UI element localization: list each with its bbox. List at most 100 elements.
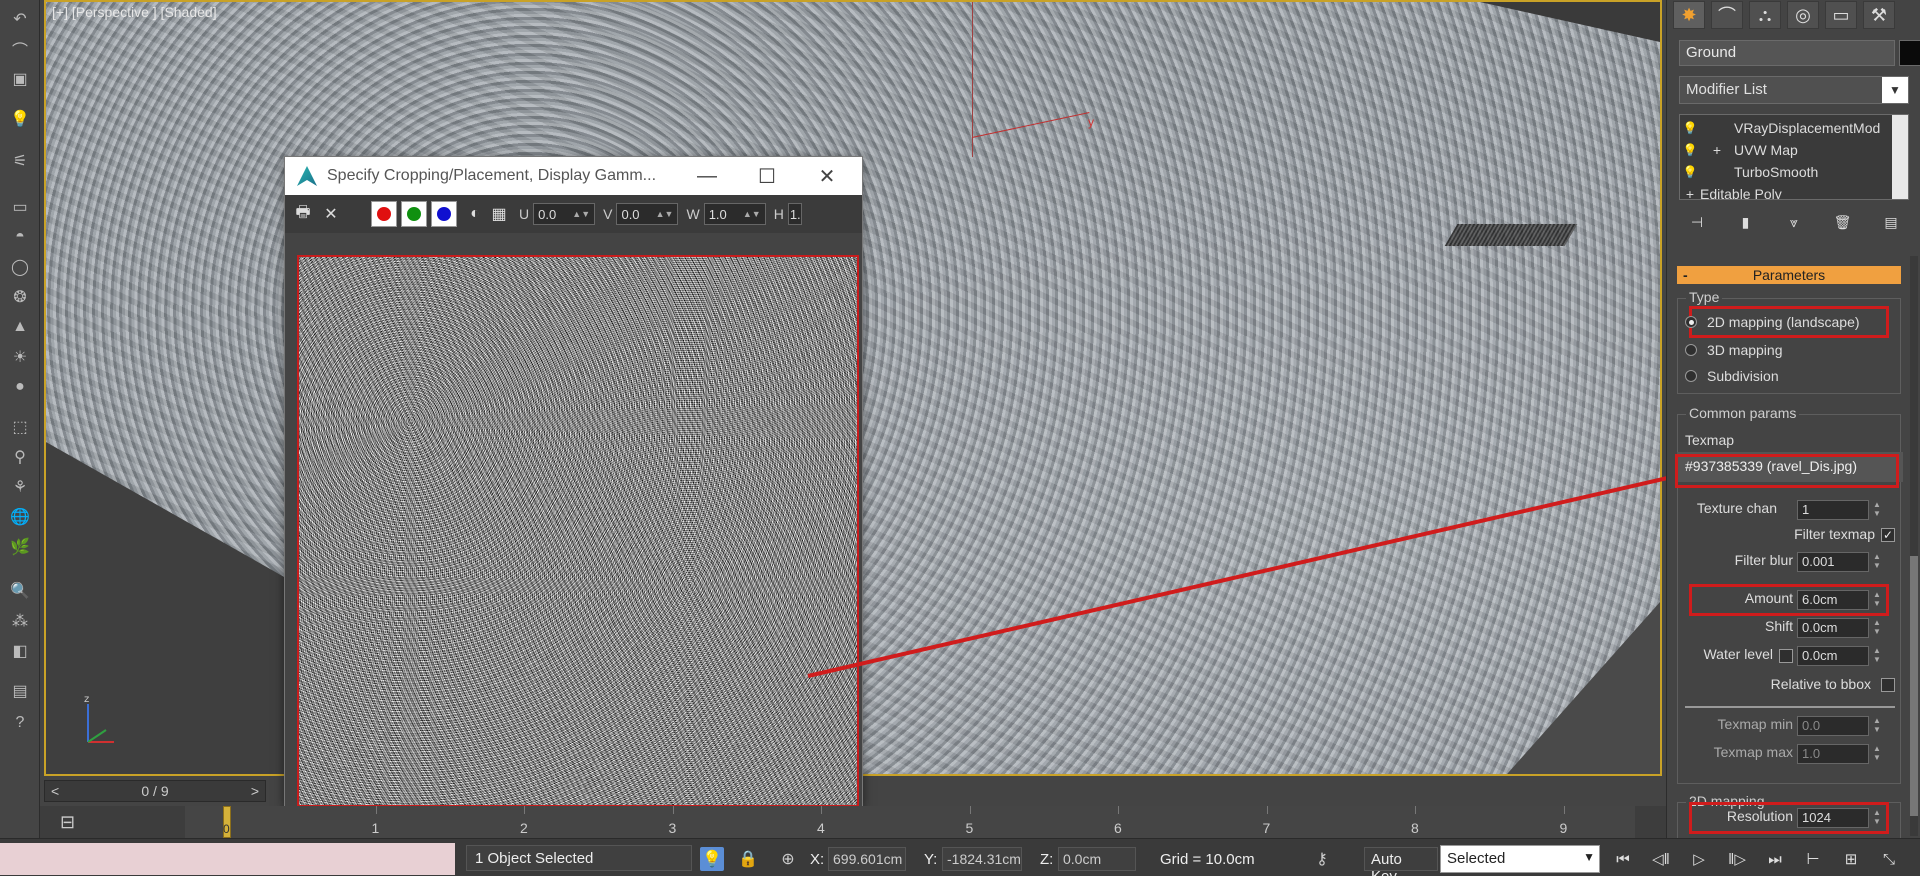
lock-icon[interactable]: 🔒 (736, 847, 760, 871)
configure-sets-icon[interactable]: ▤ (1879, 210, 1903, 234)
spinner-arrows-icon[interactable]: ▲▼ (1871, 618, 1883, 638)
box-icon[interactable]: ▭ (8, 196, 32, 218)
spinner-arrows-icon[interactable]: ▲▼ (743, 209, 761, 219)
pin-stack-icon[interactable]: ⊣ (1685, 210, 1709, 234)
maxscript-listener[interactable] (0, 843, 455, 875)
close-button[interactable]: ✕ (807, 163, 847, 189)
time-slider[interactable]: < 0 / 9 > (44, 780, 266, 802)
stack-item-vraydisplacementmod[interactable]: 💡 VRayDisplacementMod (1680, 117, 1892, 139)
spinner-arrows-icon[interactable]: ▲▼ (1871, 744, 1883, 764)
render-setup-icon[interactable]: ◧ (8, 640, 32, 662)
stack-scrollbar[interactable] (1892, 115, 1908, 199)
motion-tab-icon[interactable]: ◎ (1787, 1, 1819, 29)
stack-expander[interactable]: + (1680, 186, 1700, 199)
show-end-result-icon[interactable]: ▮ (1734, 210, 1758, 234)
material-icon[interactable]: ⁂ (8, 610, 32, 632)
collapse-icon[interactable]: - (1683, 266, 1688, 284)
print-icon[interactable]: 🖶 (291, 202, 315, 226)
texture-preview-image[interactable] (297, 255, 859, 807)
help-icon[interactable]: ? (8, 712, 32, 734)
modifier-list-dropdown[interactable]: Modifier List ▼ (1679, 76, 1909, 104)
w-spinner[interactable]: 1.0 ▲▼ (703, 203, 766, 225)
render-frame-icon[interactable]: ▣ (8, 68, 32, 90)
utilities-tab-icon[interactable]: ⚒ (1863, 1, 1895, 29)
light-bulb-icon[interactable]: 💡 (8, 108, 32, 130)
chevron-down-icon[interactable]: ▼ (1882, 77, 1908, 103)
omni-icon[interactable]: ❂ (8, 286, 32, 308)
go-to-start-icon[interactable]: ⏮ (1610, 847, 1636, 871)
mono-icon[interactable]: ◐ (463, 202, 487, 226)
search-icon[interactable]: 🔍 (8, 580, 32, 602)
key-icon[interactable]: ⚷ (1310, 847, 1334, 871)
texmap-min-spinner[interactable]: 0.0 (1797, 716, 1869, 736)
cropping-placement-dialog[interactable]: Specify Cropping/Placement, Display Gamm… (284, 156, 863, 808)
modifier-stack[interactable]: 💡 VRayDisplacementMod 💡 + UVW Map 💡 Turb… (1679, 114, 1909, 200)
go-to-end-icon[interactable]: ⏭ (1762, 847, 1788, 871)
isolate-selection-icon[interactable]: 💡 (700, 847, 724, 871)
transform-mode-icon[interactable]: ⊕ (776, 847, 800, 871)
hierarchy-tab-icon[interactable]: ⛬ (1749, 1, 1781, 29)
spinner-arrows-icon[interactable]: ▲▼ (1871, 716, 1883, 736)
key-mode-icon[interactable]: ⊢ (1800, 847, 1826, 871)
object-color-swatch[interactable] (1899, 40, 1920, 66)
play-icon[interactable]: ▷ (1686, 847, 1712, 871)
panel-scrollbar[interactable] (1910, 256, 1918, 836)
red-channel-button[interactable] (371, 201, 397, 227)
modify-tab-icon[interactable]: ⌒ (1711, 1, 1743, 29)
tree-icon[interactable]: 🌿 (8, 536, 32, 558)
create-tab-icon[interactable]: ✸ (1673, 1, 1705, 29)
viewport-label[interactable]: [+] [Perspective ] [Shaded] (52, 4, 217, 20)
x-coordinate-field[interactable]: 699.601cm (828, 847, 906, 871)
stack-item-editable-poly[interactable]: + Editable Poly (1680, 183, 1892, 199)
radio-3d-mapping[interactable]: 3D mapping (1685, 340, 1783, 360)
texmap-max-spinner[interactable]: 1.0 (1797, 744, 1869, 764)
light-bulb-icon[interactable]: 💡 (1680, 165, 1700, 179)
spinner-arrows-icon[interactable]: ▲▼ (1871, 500, 1883, 520)
frame-ruler[interactable]: 0 1 2 3 4 5 6 7 8 9 (185, 806, 1635, 838)
object-name-field[interactable]: Ground (1679, 40, 1895, 66)
alpha-icon[interactable]: ▦ (487, 202, 511, 226)
shift-spinner[interactable]: 0.0cm (1797, 618, 1869, 638)
undo-icon[interactable]: ↶ (8, 8, 32, 30)
remove-modifier-icon[interactable]: 🗑 (1831, 210, 1855, 234)
resolution-spinner[interactable]: 1024 (1797, 808, 1869, 828)
water-level-spinner[interactable]: 0.0cm (1797, 646, 1869, 666)
texture-chan-spinner[interactable]: 1 (1797, 500, 1869, 520)
spinner-arrows-icon[interactable]: ▲▼ (1871, 552, 1883, 572)
spinner-arrows-icon[interactable]: ▲▼ (656, 209, 674, 219)
y-coordinate-field[interactable]: -1824.31cm (942, 847, 1022, 871)
zoom-extents-icon[interactable]: ⤡ (1876, 847, 1902, 871)
maximize-button[interactable]: ☐ (747, 163, 787, 189)
green-channel-button[interactable] (401, 201, 427, 227)
dome-icon[interactable]: ◓ (8, 226, 32, 248)
minimize-button[interactable]: — (687, 163, 727, 189)
radio-button[interactable] (1685, 344, 1697, 356)
layers-icon[interactable]: ▤ (8, 680, 32, 702)
display-tab-icon[interactable]: ▭ (1825, 1, 1857, 29)
previous-frame-icon[interactable]: ◁‖ (1648, 847, 1674, 871)
stack-expander[interactable]: + (1700, 142, 1734, 158)
helper-icon[interactable]: ⚟ (8, 150, 32, 172)
stack-item-turbosmooth[interactable]: 💡 TurboSmooth (1680, 161, 1892, 183)
chevron-down-icon[interactable]: ▼ (1583, 850, 1595, 864)
radio-2d-mapping[interactable]: 2D mapping (landscape) (1685, 312, 1860, 332)
radio-button[interactable] (1685, 316, 1697, 328)
dialog-titlebar[interactable]: Specify Cropping/Placement, Display Gamm… (285, 157, 862, 195)
spinner-arrows-icon[interactable]: ▲▼ (1871, 646, 1883, 666)
plane-icon[interactable]: ⬚ (8, 416, 32, 438)
make-unique-icon[interactable]: ⩔ (1782, 210, 1806, 234)
u-spinner[interactable]: 0.0 ▲▼ (533, 203, 596, 225)
key-filter-dropdown[interactable]: Selected ▼ (1440, 845, 1600, 873)
h-spinner[interactable]: 1. (787, 203, 802, 225)
light-bulb-icon[interactable]: 💡 (1680, 143, 1700, 157)
sun-icon[interactable]: ☀ (8, 346, 32, 368)
auto-key-button[interactable]: Auto Key (1364, 847, 1438, 876)
stack-item-uvw-map[interactable]: 💡 + UVW Map (1680, 139, 1892, 161)
v-spinner[interactable]: 0.0 ▲▼ (616, 203, 679, 225)
light-bulb-icon[interactable]: 💡 (1680, 121, 1700, 135)
relative-bbox-checkbox[interactable] (1881, 678, 1895, 692)
proxy-icon[interactable]: ⚲ (8, 446, 32, 468)
radio-button[interactable] (1685, 370, 1697, 382)
time-prev-button[interactable]: < (51, 783, 59, 799)
curve-editor-icon[interactable]: ⊟ (60, 812, 75, 833)
